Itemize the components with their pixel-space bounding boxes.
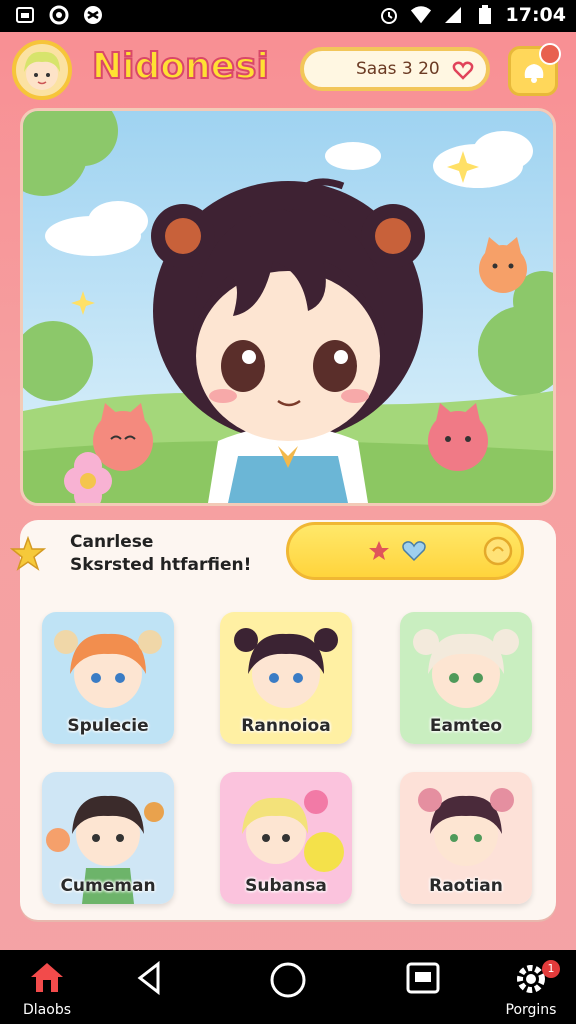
avatar[interactable] — [12, 40, 72, 100]
character-card-6[interactable]: Raotian — [400, 772, 532, 904]
nav-settings-label: Porgins — [505, 1002, 557, 1018]
star-icon — [367, 539, 391, 567]
status-bar: 17:04 — [0, 0, 576, 32]
nav-recents[interactable] — [388, 960, 458, 1020]
character-card-3[interactable]: Eamteo — [400, 612, 532, 744]
app-icon — [82, 4, 104, 26]
quest-subtitle: Sksrsted htfarfien! — [70, 555, 252, 575]
wifi-icon — [410, 4, 432, 26]
score-pill[interactable]: Saas 3 20 — [300, 47, 490, 91]
character-name: Raotian — [429, 876, 503, 896]
nav-settings[interactable]: 1 Porgins — [496, 960, 566, 1020]
signal-icon — [442, 4, 464, 26]
bottom-nav: Dlaobs 1 Porgins — [0, 950, 576, 1024]
recents-icon — [405, 962, 441, 1000]
home-icon — [29, 963, 65, 998]
character-panel: Canrlese Sksrsted htfarfien! Spulecie Ra… — [9, 520, 556, 920]
back-icon — [132, 960, 166, 1000]
character-card-5[interactable]: Subansa — [220, 772, 352, 904]
heart-icon — [452, 59, 474, 81]
nav-home[interactable]: Dlaobs — [12, 960, 82, 1020]
character-name: Rannoioa — [241, 716, 331, 736]
character-name: Cumeman — [60, 876, 156, 896]
settings-badge: 1 — [542, 960, 560, 978]
circle-home-icon — [268, 962, 308, 1004]
header: Nidonesi Saas 3 20 — [0, 32, 576, 108]
coin-icon — [483, 536, 513, 570]
app-title: Nidonesi — [91, 45, 270, 88]
gallery-icon — [14, 4, 36, 26]
battery-icon — [474, 4, 496, 26]
gear-icon — [512, 965, 550, 1002]
character-name: Eamteo — [429, 716, 503, 736]
alarm-icon — [378, 4, 400, 26]
nav-back[interactable] — [114, 960, 184, 1020]
hero-scene[interactable] — [20, 108, 556, 506]
heart-icon — [401, 539, 427, 567]
sync-icon — [48, 4, 70, 26]
score-label: Saas 3 20 — [356, 59, 440, 79]
reward-button[interactable] — [286, 522, 524, 580]
nav-home-circle[interactable] — [253, 960, 323, 1020]
nav-home-label: Dlaobs — [23, 1002, 71, 1018]
character-card-2[interactable]: Rannoioa — [220, 612, 352, 744]
notification-icon — [520, 58, 548, 90]
character-card-1[interactable]: Spulecie — [42, 612, 174, 744]
character-card-4[interactable]: Cumeman — [42, 772, 174, 904]
star-icon — [9, 535, 47, 576]
hero-illustration — [23, 111, 553, 503]
notification-button[interactable] — [508, 43, 561, 96]
status-time: 17:04 — [505, 4, 566, 26]
character-name: Subansa — [245, 876, 327, 896]
character-name: Spulecie — [67, 716, 149, 736]
quest-title: Canrlese — [70, 532, 154, 552]
